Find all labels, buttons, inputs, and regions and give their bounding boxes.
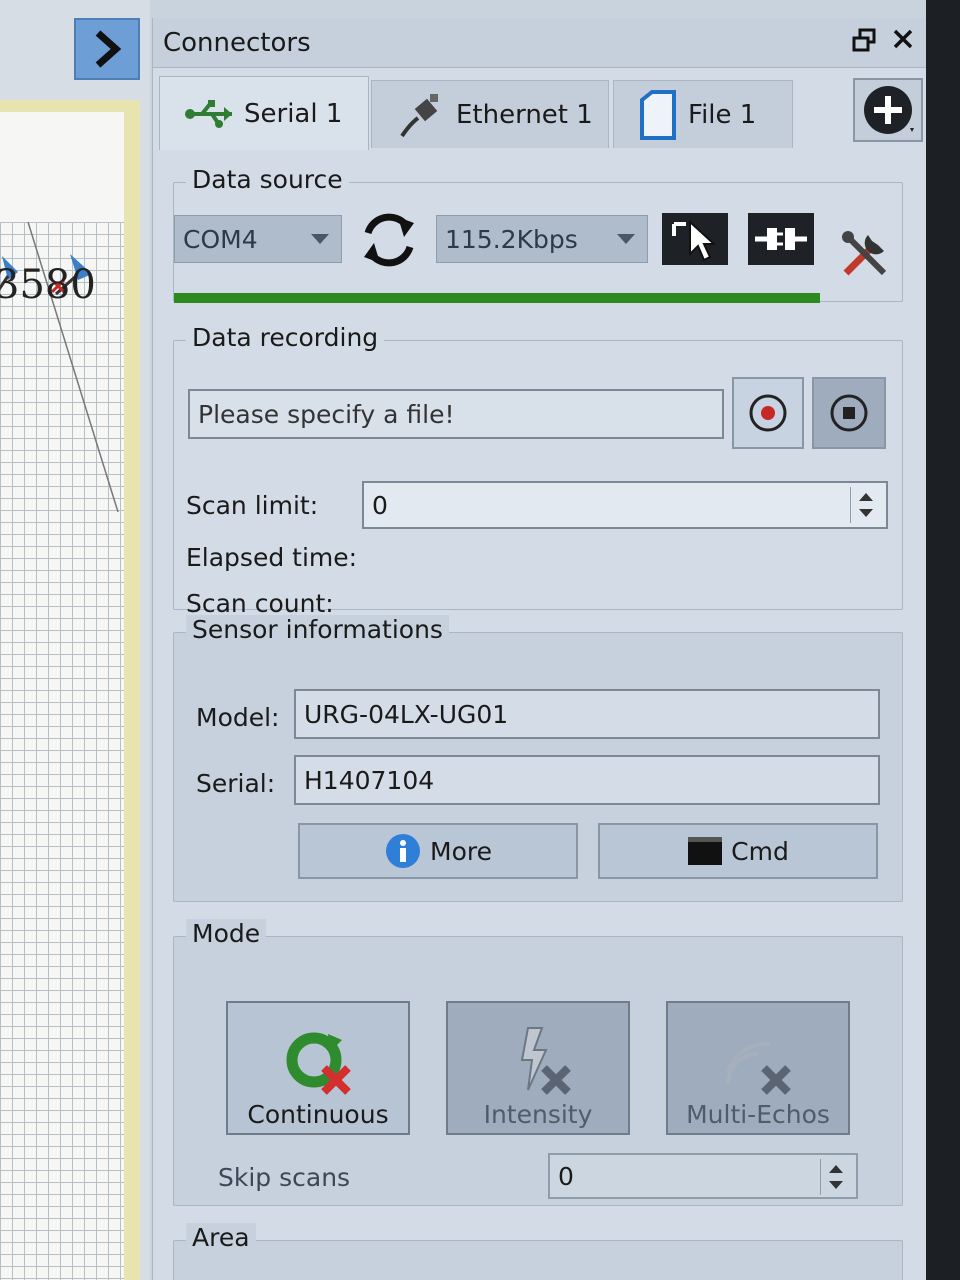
connector-tabs: Serial 1 Ethernet 1 File 1 (153, 76, 927, 150)
model-value: URG-04LX-UG01 (304, 699, 509, 729)
data-source-group: Data source COM4 115.2Kbps (173, 165, 903, 303)
tab-label: File 1 (688, 99, 757, 130)
skip-scans-label: Skip scans (218, 1163, 351, 1192)
connectors-dock: Connectors Serial 1 Ethernet 1 File 1 Da… (152, 18, 926, 1280)
plus-circle-icon (864, 86, 914, 134)
tab-serial-1[interactable]: Serial 1 (159, 76, 369, 150)
scan-count-label: Scan count: (186, 589, 334, 618)
record-start-button[interactable] (732, 377, 804, 449)
screen-edge (926, 0, 960, 1280)
tab-file-1[interactable]: File 1 (613, 80, 793, 148)
auto-detect-button[interactable] (662, 213, 728, 265)
refresh-ports-icon[interactable] (358, 207, 420, 277)
baudrate-value: 115.2Kbps (445, 224, 578, 254)
data-recording-group: Data recording Please specify a file! Sc… (173, 323, 903, 618)
serial-value: H1407104 (304, 765, 435, 795)
ethernet-cable-icon (400, 93, 438, 137)
cmd-button[interactable]: Cmd (598, 823, 878, 879)
dock-titlebar: Connectors (153, 18, 926, 68)
stop-icon (830, 394, 868, 432)
plot-value-label: 3580 (0, 262, 96, 308)
continuous-mode-button[interactable]: Continuous (226, 1001, 410, 1135)
skip-scans-spinbox[interactable]: 0 (548, 1153, 858, 1199)
multi-echo-waves-icon (726, 1041, 791, 1095)
scan-limit-label: Scan limit: (186, 491, 319, 520)
chevron-down-icon (311, 234, 329, 244)
baudrate-select[interactable]: 115.2Kbps (436, 215, 648, 263)
area-group: Area (173, 1223, 903, 1280)
usb-icon (185, 99, 232, 128)
plug-connect-icon (755, 228, 807, 250)
record-file-placeholder: Please specify a file! (198, 399, 455, 429)
dock-title: Connectors (163, 27, 311, 58)
multi-echos-label: Multi-Echos (686, 1100, 830, 1129)
chevron-down-icon (617, 234, 635, 244)
expand-panel-button[interactable] (74, 18, 140, 80)
more-label: More (430, 836, 492, 866)
data-source-title: Data source (186, 165, 349, 194)
skip-scans-value: 0 (558, 1161, 574, 1191)
info-icon (386, 834, 420, 868)
connect-button[interactable] (748, 213, 814, 265)
spin-arrows-icon[interactable] (850, 487, 880, 523)
add-connector-button[interactable] (853, 78, 923, 142)
port-value: COM4 (183, 224, 258, 254)
tab-label: Ethernet 1 (456, 99, 593, 130)
scan-limit-value: 0 (372, 490, 388, 520)
file-icon (640, 89, 676, 140)
serial-label: Serial: (196, 769, 276, 798)
area-title: Area (186, 1223, 256, 1252)
close-icon[interactable] (892, 28, 914, 58)
plot-view: 3580 (0, 0, 150, 1280)
serial-field: H1407104 (294, 755, 880, 805)
connection-status-bar (174, 293, 820, 303)
intensity-mode-button[interactable]: Intensity (446, 1001, 630, 1135)
scan-limit-spinbox[interactable]: 0 (362, 481, 888, 529)
sensor-info-group: Sensor informations Model: URG-04LX-UG01… (173, 615, 903, 902)
intensity-label: Intensity (483, 1100, 593, 1129)
port-select[interactable]: COM4 (174, 215, 342, 263)
more-info-button[interactable]: More (298, 823, 578, 879)
mode-title: Mode (186, 919, 267, 948)
record-stop-button[interactable] (812, 377, 886, 449)
spin-arrows-icon[interactable] (820, 1159, 850, 1195)
record-icon (749, 394, 787, 432)
multi-echos-mode-button[interactable]: Multi-Echos (666, 1001, 850, 1135)
cmd-label: Cmd (731, 836, 789, 866)
float-window-icon[interactable] (852, 28, 876, 58)
terminal-icon (688, 837, 723, 865)
tab-label: Serial 1 (244, 98, 343, 129)
settings-tools-icon[interactable] (838, 227, 892, 285)
elapsed-time-label: Elapsed time: (186, 543, 358, 572)
model-label: Model: (196, 703, 280, 732)
continuous-cycle-icon (286, 1032, 351, 1095)
model-field: URG-04LX-UG01 (294, 689, 880, 739)
record-file-input[interactable]: Please specify a file! (188, 389, 724, 439)
continuous-label: Continuous (247, 1100, 389, 1129)
sensor-info-title: Sensor informations (186, 615, 449, 644)
cursor-click-icon (672, 219, 717, 262)
tab-ethernet-1[interactable]: Ethernet 1 (371, 80, 609, 148)
mode-group: Mode Continuous Intensity Multi-Echos Sk… (173, 919, 903, 1206)
data-recording-title: Data recording (186, 323, 385, 352)
chevron-right-icon (95, 30, 122, 68)
intensity-bolt-icon (520, 1027, 571, 1095)
